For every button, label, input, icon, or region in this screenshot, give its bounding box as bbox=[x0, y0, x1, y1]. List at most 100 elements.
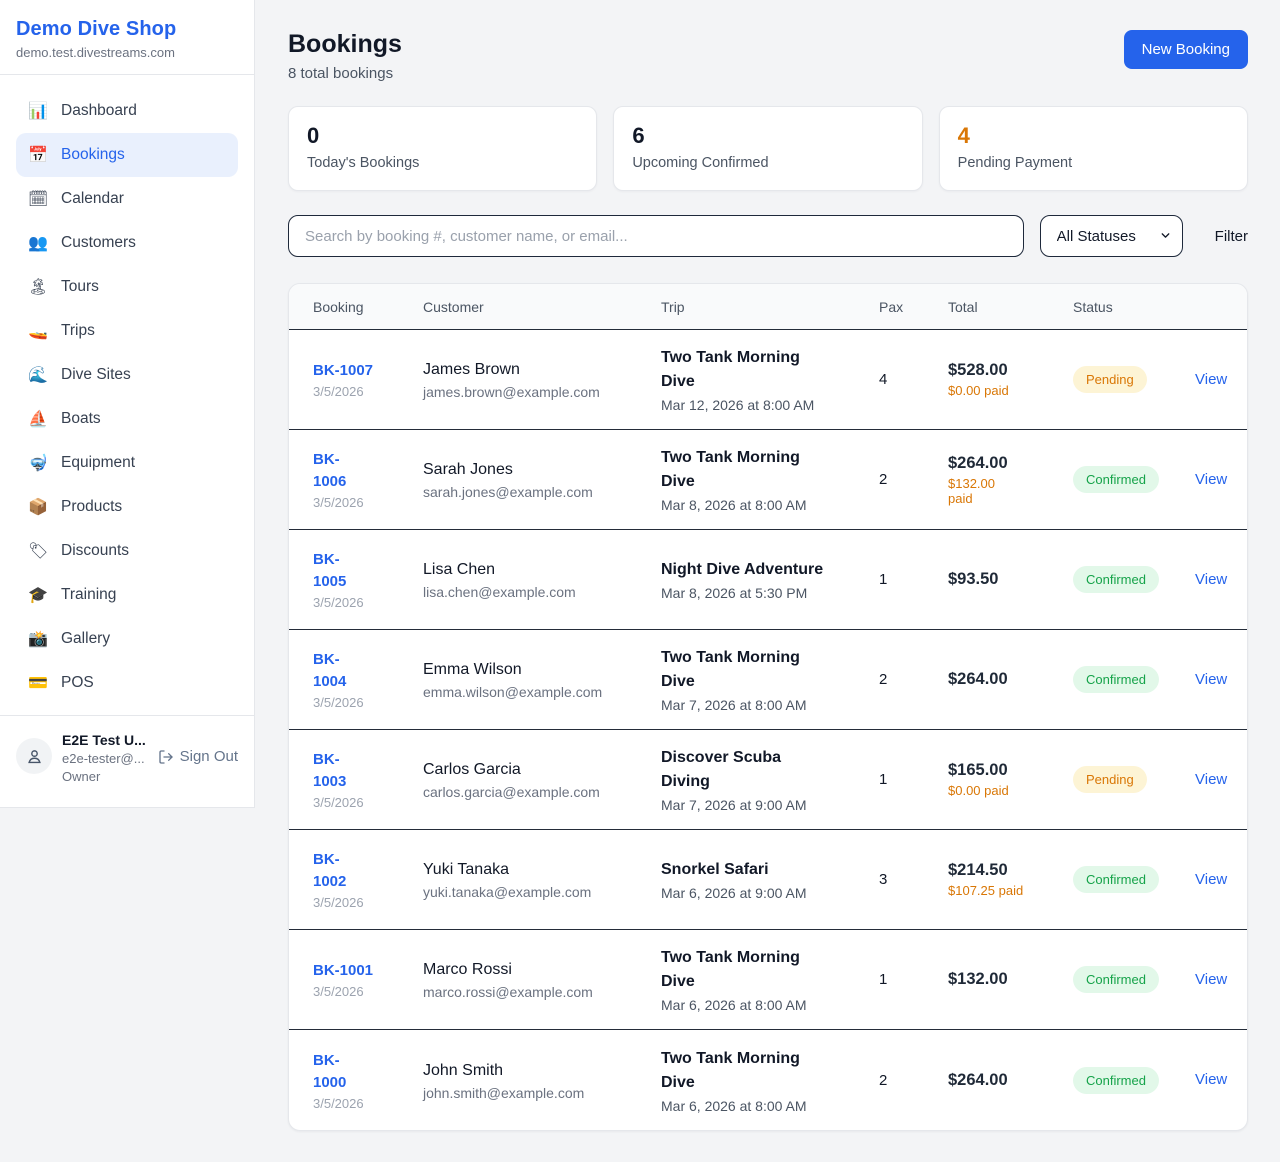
customer-cell: James Brown james.brown@example.com bbox=[423, 359, 661, 400]
booking-cell: BK- 1000 3/5/2026 bbox=[313, 1050, 423, 1111]
main-content: Bookings 8 total bookings New Booking 0 … bbox=[256, 0, 1280, 1161]
status-badge: Confirmed bbox=[1073, 466, 1159, 493]
trip-cell: Two Tank Morning Dive Mar 6, 2026 at 8:0… bbox=[661, 1047, 879, 1114]
sidebar-item-trips[interactable]: 🚤 Trips bbox=[16, 309, 238, 353]
pax-cell: 2 bbox=[879, 671, 948, 688]
col-header-total: Total bbox=[948, 299, 1073, 315]
status-badge: Pending bbox=[1073, 766, 1147, 793]
sidebar-item-dashboard[interactable]: 📊 Dashboard bbox=[16, 89, 238, 133]
status-badge: Confirmed bbox=[1073, 566, 1159, 593]
sidebar-item-equipment[interactable]: 🤿 Equipment bbox=[16, 441, 238, 485]
view-link[interactable]: View bbox=[1195, 971, 1227, 988]
table-row: BK- 1005 3/5/2026 Lisa Chen lisa.chen@ex… bbox=[289, 530, 1247, 630]
booking-id-link[interactable]: BK-1001 bbox=[313, 960, 373, 982]
filter-button[interactable]: Filter bbox=[1215, 228, 1248, 245]
customer-email: carlos.garcia@example.com bbox=[423, 784, 661, 800]
sidebar-item-tours[interactable]: 🏝 Tours bbox=[16, 265, 238, 309]
stat-label: Today's Bookings bbox=[307, 155, 578, 171]
sidebar-item-customers[interactable]: 👥 Customers bbox=[16, 221, 238, 265]
stat-value: 0 bbox=[307, 123, 578, 149]
pax-cell: 3 bbox=[879, 871, 948, 888]
booking-id-link[interactable]: BK- 1003 bbox=[313, 749, 346, 793]
sidebar-item-gallery[interactable]: 📸 Gallery bbox=[16, 617, 238, 661]
booking-id-link[interactable]: BK- 1000 bbox=[313, 1050, 346, 1094]
training-icon: 🎓 bbox=[28, 585, 48, 605]
customer-email: james.brown@example.com bbox=[423, 384, 661, 400]
booking-id-link[interactable]: BK-1007 bbox=[313, 360, 373, 382]
stat-value: 4 bbox=[958, 123, 1229, 149]
bookings-icon: 📅 bbox=[28, 145, 48, 165]
pax-cell: 2 bbox=[879, 471, 948, 488]
sidebar-item-training[interactable]: 🎓 Training bbox=[16, 573, 238, 617]
total-amount: $93.50 bbox=[948, 570, 1073, 589]
trip-cell: Two Tank Morning Dive Mar 7, 2026 at 8:0… bbox=[661, 646, 879, 713]
sidebar-item-label: Calendar bbox=[61, 190, 124, 208]
trip-datetime: Mar 12, 2026 at 8:00 AM bbox=[661, 397, 879, 413]
sidebar-item-bookings[interactable]: 📅 Bookings bbox=[16, 133, 238, 177]
trip-name: Two Tank Morning Dive bbox=[661, 946, 833, 994]
status-cell: Confirmed bbox=[1073, 866, 1195, 893]
products-icon: 📦 bbox=[28, 497, 48, 517]
booking-id-link[interactable]: BK- 1002 bbox=[313, 849, 346, 893]
sidebar-item-products[interactable]: 📦 Products bbox=[16, 485, 238, 529]
view-link[interactable]: View bbox=[1195, 371, 1227, 388]
person-icon bbox=[25, 747, 44, 766]
status-badge: Confirmed bbox=[1073, 1067, 1159, 1094]
total-amount: $165.00 bbox=[948, 761, 1073, 780]
booking-id-link[interactable]: BK- 1006 bbox=[313, 449, 346, 493]
page-title-block: Bookings 8 total bookings bbox=[288, 30, 402, 82]
view-link[interactable]: View bbox=[1195, 871, 1227, 888]
customer-name: Lisa Chen bbox=[423, 559, 661, 581]
action-cell: View bbox=[1195, 871, 1225, 889]
new-booking-button[interactable]: New Booking bbox=[1124, 30, 1248, 69]
total-cell: $264.00 $132.00 paid bbox=[948, 454, 1073, 506]
booking-date: 3/5/2026 bbox=[313, 1096, 423, 1111]
total-cell: $214.50 $107.25 paid bbox=[948, 861, 1073, 898]
sidebar-item-calendar[interactable]: 🗓 Calendar bbox=[16, 177, 238, 221]
status-cell: Pending bbox=[1073, 366, 1195, 393]
sign-out-icon bbox=[158, 749, 174, 765]
status-select[interactable]: All Statuses bbox=[1040, 215, 1183, 257]
view-link[interactable]: View bbox=[1195, 1071, 1227, 1088]
view-link[interactable]: View bbox=[1195, 671, 1227, 688]
pax-cell: 1 bbox=[879, 771, 948, 788]
booking-id-link[interactable]: BK- 1005 bbox=[313, 549, 346, 593]
sidebar-item-dive-sites[interactable]: 🌊 Dive Sites bbox=[16, 353, 238, 397]
booking-cell: BK- 1006 3/5/2026 bbox=[313, 449, 423, 510]
shop-name: Demo Dive Shop bbox=[16, 18, 238, 41]
sign-out-label: Sign Out bbox=[180, 748, 238, 765]
avatar bbox=[16, 738, 52, 774]
booking-date: 3/5/2026 bbox=[313, 795, 423, 810]
trip-datetime: Mar 6, 2026 at 8:00 AM bbox=[661, 1098, 879, 1114]
customer-email: sarah.jones@example.com bbox=[423, 484, 661, 500]
sidebar-item-label: Discounts bbox=[61, 542, 129, 560]
user-role: Owner bbox=[62, 768, 148, 785]
status-cell: Confirmed bbox=[1073, 466, 1195, 493]
table-row: BK- 1006 3/5/2026 Sarah Jones sarah.jone… bbox=[289, 430, 1247, 530]
trip-name: Two Tank Morning Dive bbox=[661, 446, 833, 494]
sidebar-item-pos[interactable]: 💳 POS bbox=[16, 661, 238, 705]
trip-name: Two Tank Morning Dive bbox=[661, 646, 833, 694]
col-header-booking: Booking bbox=[313, 299, 423, 315]
sidebar-item-boats[interactable]: ⛵ Boats bbox=[16, 397, 238, 441]
total-amount: $264.00 bbox=[948, 1071, 1073, 1090]
customer-name: John Smith bbox=[423, 1060, 661, 1082]
paid-amount: $0.00 paid bbox=[948, 783, 1048, 798]
sidebar-item-discounts[interactable]: 🏷 Discounts bbox=[16, 529, 238, 573]
total-cell: $528.00 $0.00 paid bbox=[948, 361, 1073, 398]
view-link[interactable]: View bbox=[1195, 471, 1227, 488]
pos-icon: 💳 bbox=[28, 673, 48, 693]
search-input[interactable] bbox=[288, 215, 1024, 257]
trip-datetime: Mar 7, 2026 at 9:00 AM bbox=[661, 797, 879, 813]
paid-amount: $132.00 paid bbox=[948, 476, 1048, 506]
sign-out-button[interactable]: Sign Out bbox=[158, 748, 238, 765]
view-link[interactable]: View bbox=[1195, 571, 1227, 588]
status-badge: Pending bbox=[1073, 366, 1147, 393]
calendar-icon: 🗓 bbox=[28, 189, 48, 209]
view-link[interactable]: View bbox=[1195, 771, 1227, 788]
stat-label: Upcoming Confirmed bbox=[632, 155, 903, 171]
booking-id-link[interactable]: BK- 1004 bbox=[313, 649, 346, 693]
col-header-customer: Customer bbox=[423, 299, 661, 315]
dive-sites-icon: 🌊 bbox=[28, 365, 48, 385]
total-cell: $132.00 bbox=[948, 970, 1073, 989]
